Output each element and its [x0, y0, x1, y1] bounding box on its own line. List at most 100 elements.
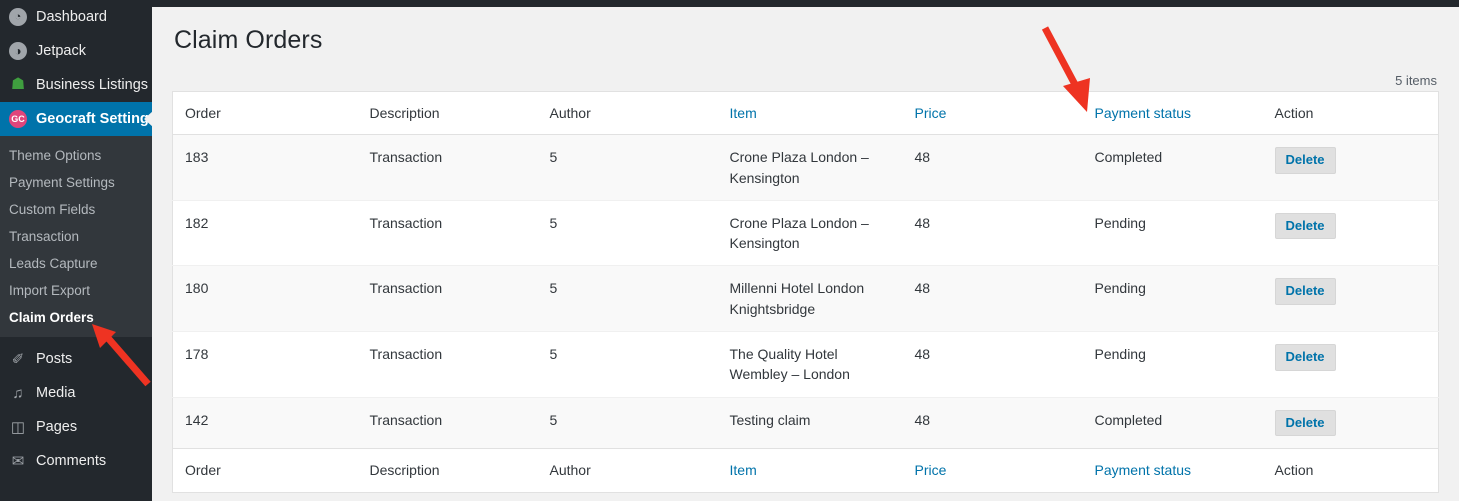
- sidebar-item-business-listings[interactable]: ☗ Business Listings: [0, 68, 152, 102]
- cell-desc: Transaction: [357, 134, 538, 201]
- delete-button[interactable]: Delete: [1274, 147, 1336, 174]
- admin-bar: [0, 0, 1459, 7]
- cell-price: 48: [902, 200, 1083, 267]
- sidebar-item-label: Media: [36, 385, 76, 401]
- cell-order: 180: [172, 265, 358, 333]
- header-col-order: Order: [172, 91, 358, 135]
- geocraft-icon: GC: [8, 109, 28, 129]
- cell-status: Completed: [1082, 397, 1263, 449]
- cell-price: 48: [902, 265, 1083, 333]
- table-row: 178 Transaction 5 The Quality Hotel Wembley…: [172, 331, 1439, 398]
- table-footer-row: Order Description Author Item Price Payment s…: [172, 448, 1439, 493]
- sidebar-lower-items: ✐ Posts ♫ Media ◫ Pages ✉ Comments: [0, 342, 152, 478]
- delete-button[interactable]: Delete: [1274, 278, 1336, 306]
- tablenav-top: 5 items: [172, 61, 1439, 91]
- cell-author: 5: [537, 200, 718, 267]
- header-col-desc: Description: [357, 91, 538, 135]
- sidebar-item-label: Pages: [36, 419, 78, 435]
- delete-button[interactable]: Delete: [1274, 212, 1336, 240]
- submenu-item-transaction[interactable]: Transaction: [0, 223, 152, 250]
- header-col-link-item[interactable]: Item: [730, 105, 757, 121]
- cell-order: 142: [172, 397, 358, 449]
- pages-icon: ◫: [10, 418, 26, 436]
- footer-col-link-item[interactable]: Item: [730, 462, 757, 478]
- dashboard-icon: ◔: [8, 7, 28, 27]
- page-title: Claim Orders: [174, 26, 323, 54]
- sidebar-top-items: ◔ Dashboard ◑ Jetpack ☗ Business Listings GC Ge…: [0, 0, 157, 136]
- cell-status: Completed: [1082, 134, 1263, 201]
- cell-action: Delete: [1262, 331, 1439, 398]
- footer-col-price: Price: [902, 448, 1083, 493]
- cell-author: 5: [537, 331, 718, 398]
- sidebar-item-label: Posts: [36, 351, 73, 367]
- table-foot: Order Description Author Item Price Payment s…: [172, 448, 1439, 493]
- table-row: 182 Transaction 5 Crone Plaza London – Kens…: [172, 200, 1439, 267]
- footer-col-item: Item: [717, 448, 903, 493]
- cell-price: 48: [902, 331, 1083, 398]
- geocraft-submenu: Theme Options Payment Settings Custom Fiel…: [0, 136, 152, 337]
- cell-status: Pending: [1082, 200, 1263, 267]
- sidebar-item-geocraft-settings[interactable]: GC Geocraft Settings: [0, 102, 157, 136]
- footer-col-action: Action: [1262, 448, 1439, 493]
- header-col-link-price[interactable]: Price: [915, 105, 947, 121]
- cell-item: Testing claim: [717, 397, 903, 449]
- admin-sidebar-menu: ◔ Dashboard ◑ Jetpack ☗ Business Listings GC Ge…: [0, 0, 157, 501]
- footer-col-desc: Description: [357, 448, 538, 493]
- header-col-price: Price: [902, 91, 1083, 135]
- comments-icon: ✉: [11, 452, 25, 470]
- cell-status: Pending: [1082, 265, 1263, 333]
- table-body: 183 Transaction 5 Crone Plaza London – Kens…: [172, 134, 1439, 449]
- cell-desc: Transaction: [357, 200, 538, 267]
- footer-col-status: Payment status: [1082, 448, 1263, 493]
- media-icon: ♫: [12, 384, 24, 402]
- submenu-item-payment-settings[interactable]: Payment Settings: [0, 169, 152, 196]
- sidebar-item-posts[interactable]: ✐ Posts: [0, 342, 152, 376]
- table-head: Order Description Author Item Price Payment s…: [172, 91, 1439, 135]
- table-row: 183 Transaction 5 Crone Plaza London – Kens…: [172, 134, 1439, 201]
- footer-col-order: Order: [172, 448, 358, 493]
- sidebar-item-label: Geocraft Settings: [36, 111, 157, 127]
- cell-price: 48: [902, 134, 1083, 201]
- cell-item: Millenni Hotel London Knightsbridge: [717, 265, 903, 333]
- submenu-item-import-export[interactable]: Import Export: [0, 277, 152, 304]
- cell-action: Delete: [1262, 200, 1439, 267]
- header-col-item: Item: [717, 91, 903, 135]
- footer-col-link-price[interactable]: Price: [915, 462, 947, 478]
- header-col-link-status[interactable]: Payment status: [1095, 105, 1192, 121]
- table-row: 180 Transaction 5 Millenni Hotel London Kni…: [172, 265, 1439, 333]
- header-col-status: Payment status: [1082, 91, 1263, 135]
- cell-price: 48: [902, 397, 1083, 449]
- sidebar-item-jetpack[interactable]: ◑ Jetpack: [0, 34, 152, 68]
- table-row: 142 Transaction 5 Testing claim 48 Completed D…: [172, 397, 1439, 449]
- cell-action: Delete: [1262, 265, 1439, 333]
- admin-page: ◔ Dashboard ◑ Jetpack ☗ Business Listings GC Ge…: [0, 0, 1459, 501]
- submenu-item-theme-options[interactable]: Theme Options: [0, 142, 152, 169]
- sidebar-item-dashboard[interactable]: ◔ Dashboard: [0, 0, 152, 34]
- cell-desc: Transaction: [357, 265, 538, 333]
- jetpack-icon: ◑: [8, 41, 28, 61]
- items-count-top: 5 items: [1395, 73, 1437, 88]
- sidebar-item-label: Dashboard: [36, 9, 107, 25]
- sidebar-item-label: Comments: [36, 453, 107, 469]
- submenu-item-custom-fields[interactable]: Custom Fields: [0, 196, 152, 223]
- cell-order: 183: [172, 134, 358, 201]
- cell-author: 5: [537, 134, 718, 201]
- cell-order: 178: [172, 331, 358, 398]
- sidebar-item-media[interactable]: ♫ Media: [0, 376, 152, 410]
- submenu-item-claim-orders[interactable]: Claim Orders: [0, 304, 152, 331]
- sidebar-item-label: Business Listings: [36, 77, 149, 93]
- sidebar-item-pages[interactable]: ◫ Pages: [0, 410, 152, 444]
- claim-orders-table: Order Description Author Item Price Payment s…: [172, 91, 1439, 493]
- footer-col-link-status[interactable]: Payment status: [1095, 462, 1192, 478]
- submenu-item-leads-capture[interactable]: Leads Capture: [0, 250, 152, 277]
- cell-item: Crone Plaza London – Kensington: [717, 134, 903, 201]
- content-area: Claim Orders 5 items Order Description Aut…: [152, 7, 1459, 501]
- sidebar-item-comments[interactable]: ✉ Comments: [0, 444, 152, 478]
- table-header-row: Order Description Author Item Price Payment s…: [172, 91, 1439, 135]
- cell-author: 5: [537, 397, 718, 449]
- cell-order: 182: [172, 200, 358, 267]
- header-col-author: Author: [537, 91, 718, 135]
- delete-button[interactable]: Delete: [1274, 409, 1336, 437]
- header-col-action: Action: [1262, 91, 1439, 135]
- delete-button[interactable]: Delete: [1274, 344, 1336, 371]
